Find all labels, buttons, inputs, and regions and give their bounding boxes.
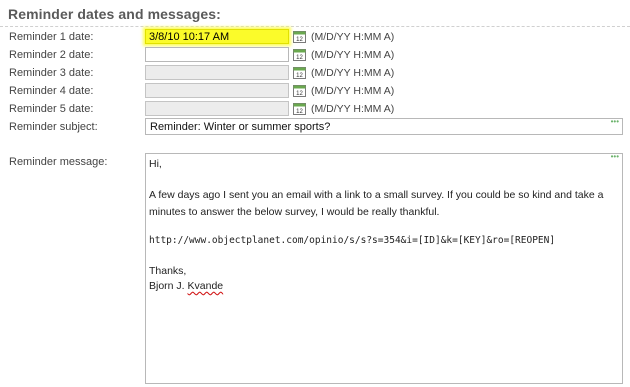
reminder-2-format-hint: (M/D/YY H:MM A) xyxy=(311,49,395,61)
resize-dots-icon[interactable]: ••• xyxy=(611,118,619,126)
reminder-3-format-hint: (M/D/YY H:MM A) xyxy=(311,67,395,79)
message-signature-name: Bjorn J. xyxy=(149,280,188,292)
reminder-subject-value: Reminder: Winter or summer sports? xyxy=(150,121,331,133)
svg-text:12: 12 xyxy=(296,73,303,79)
reminder-5-format-hint: (M/D/YY H:MM A) xyxy=(311,103,395,115)
reminder-subject-input[interactable]: Reminder: Winter or summer sports? ••• xyxy=(145,118,623,135)
reminder-5-date-input[interactable] xyxy=(145,101,289,116)
reminder-3-date-input[interactable] xyxy=(145,65,289,80)
svg-text:12: 12 xyxy=(296,55,303,61)
reminder-4-date-input[interactable] xyxy=(145,83,289,98)
calendar-icon[interactable]: 12 xyxy=(293,84,306,97)
calendar-icon[interactable]: 12 xyxy=(293,48,306,61)
reminder-1-format-hint: (M/D/YY H:MM A) xyxy=(311,31,395,43)
reminder-5-label: Reminder 5 date: xyxy=(9,103,94,115)
svg-text:12: 12 xyxy=(296,109,303,115)
message-body-line-2: minutes to answer the below survey, I wo… xyxy=(149,206,440,218)
resize-dots-icon[interactable]: ••• xyxy=(611,153,619,161)
reminder-1-label: Reminder 1 date: xyxy=(9,31,94,43)
svg-text:12: 12 xyxy=(296,37,303,43)
message-signoff: Thanks, xyxy=(149,265,187,277)
reminder-1-date-input[interactable]: 3/8/10 10:17 AM xyxy=(145,29,289,44)
calendar-icon[interactable]: 12 xyxy=(293,30,306,43)
reminder-2-date-input[interactable] xyxy=(145,47,289,62)
reminder-3-label: Reminder 3 date: xyxy=(9,67,94,79)
message-greeting: Hi, xyxy=(149,158,162,170)
reminder-message-textarea[interactable]: ••• Hi, A few days ago I sent you an ema… xyxy=(145,153,623,384)
message-body-line-1: A few days ago I sent you an email with … xyxy=(149,189,604,201)
reminder-4-format-hint: (M/D/YY H:MM A) xyxy=(311,85,395,97)
reminder-2-label: Reminder 2 date: xyxy=(9,49,94,61)
reminder-4-label: Reminder 4 date: xyxy=(9,85,94,97)
reminder-message-label: Reminder message: xyxy=(9,156,108,168)
message-survey-link: http://www.objectplanet.com/opinio/s/s?s… xyxy=(149,235,556,246)
reminder-subject-label: Reminder subject: xyxy=(9,121,98,133)
section-title: Reminder dates and messages: xyxy=(8,6,221,22)
calendar-icon[interactable]: 12 xyxy=(293,102,306,115)
message-signature: Bjorn J. Kvande xyxy=(149,280,223,292)
section-divider xyxy=(0,26,630,27)
message-signature-surname: Kvande xyxy=(187,280,224,292)
svg-text:12: 12 xyxy=(296,91,303,97)
calendar-icon[interactable]: 12 xyxy=(293,66,306,79)
